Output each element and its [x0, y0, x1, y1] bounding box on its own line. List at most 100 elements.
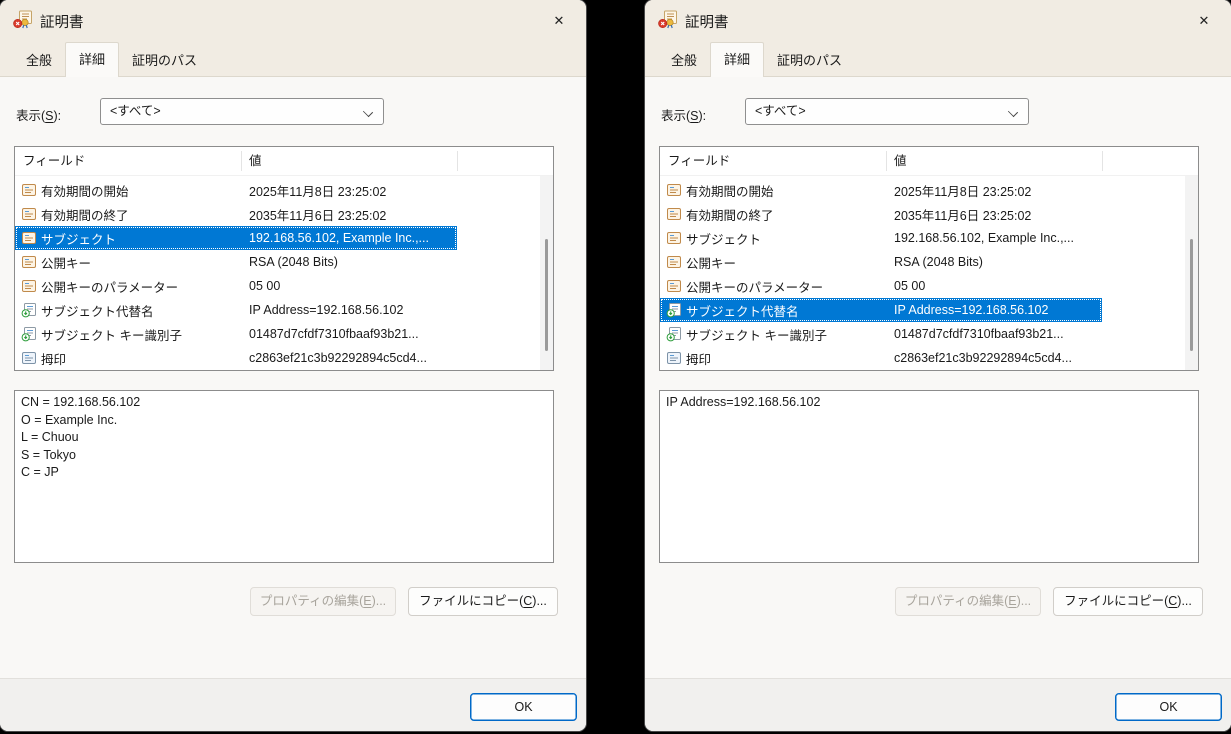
field-cell: 有効期間の開始: [686, 181, 894, 200]
field-icon: [21, 230, 37, 246]
show-dropdown[interactable]: <すべて>: [745, 98, 1029, 125]
field-detail-text[interactable]: CN = 192.168.56.102 O = Example Inc. L =…: [14, 390, 554, 563]
column-divider: [1102, 151, 1103, 171]
column-divider: [886, 151, 887, 171]
tab-certification-path[interactable]: 証明のパス: [119, 44, 210, 76]
table-row[interactable]: 有効期間の開始2025年11月8日 23:25:02: [660, 178, 1102, 202]
tab-general[interactable]: 全般: [13, 44, 65, 76]
certificate-error-icon: [13, 10, 33, 29]
value-cell: 01487d7cfdf7310fbaaf93b21...: [249, 327, 455, 341]
field-icon: [666, 278, 682, 294]
field-detail-text[interactable]: IP Address=192.168.56.102: [659, 390, 1199, 563]
field-icon: [666, 182, 682, 198]
ok-button[interactable]: OK: [1115, 693, 1222, 721]
column-divider: [241, 151, 242, 171]
field-value-list[interactable]: フィールド 値 有効期間の開始2025年11月8日 23:25:02有効期間の終…: [14, 146, 554, 371]
field-cell: 有効期間の終了: [686, 205, 894, 224]
table-row[interactable]: 公開キーのパラメーター05 00: [15, 274, 457, 298]
tab-strip: 全般 詳細 証明のパス: [0, 40, 586, 77]
titlebar[interactable]: 証明書 ✕: [645, 0, 1231, 40]
list-header: フィールド 値: [660, 147, 1198, 176]
field-cell: 拇印: [41, 349, 249, 368]
field-icon: [666, 230, 682, 246]
chevron-down-icon: [1008, 107, 1018, 117]
certificate-dialog-left: 証明書 ✕ 全般 詳細 証明のパス 表示(S): <すべて> フィールド 値 有…: [0, 0, 586, 731]
dialog-footer: OK: [0, 678, 586, 731]
column-header-value[interactable]: 値: [249, 147, 262, 175]
column-header-field[interactable]: フィールド: [668, 147, 730, 175]
value-cell: IP Address=192.168.56.102: [249, 303, 455, 317]
scrollbar-track[interactable]: [540, 176, 553, 370]
scrollbar-thumb[interactable]: [545, 239, 548, 351]
table-row[interactable]: 拇印c2863ef21c3b92292894c5cd4...: [660, 346, 1102, 370]
show-dropdown[interactable]: <すべて>: [100, 98, 384, 125]
list-header: フィールド 値: [15, 147, 553, 176]
table-row[interactable]: 公開キーRSA (2048 Bits): [15, 250, 457, 274]
extension-icon: [666, 302, 682, 318]
value-cell: 2025年11月8日 23:25:02: [249, 181, 455, 200]
window-title: 証明書: [685, 11, 729, 32]
value-cell: 01487d7cfdf7310fbaaf93b21...: [894, 327, 1100, 341]
chevron-down-icon: [363, 107, 373, 117]
field-rows: 有効期間の開始2025年11月8日 23:25:02有効期間の終了2035年11…: [660, 178, 1102, 370]
copy-to-file-button[interactable]: ファイルにコピー(C)...: [408, 587, 558, 616]
tab-details[interactable]: 詳細: [65, 42, 119, 77]
table-row[interactable]: サブジェクト キー識別子01487d7cfdf7310fbaaf93b21...: [660, 322, 1102, 346]
table-row[interactable]: 有効期間の終了2035年11月6日 23:25:02: [660, 202, 1102, 226]
table-row[interactable]: サブジェクト192.168.56.102, Example Inc.,...: [660, 226, 1102, 250]
table-row[interactable]: サブジェクト代替名IP Address=192.168.56.102: [660, 298, 1102, 322]
column-header-value[interactable]: 値: [894, 147, 907, 175]
table-row[interactable]: 公開キーのパラメーター05 00: [660, 274, 1102, 298]
value-cell: c2863ef21c3b92292894c5cd4...: [894, 351, 1100, 365]
value-cell: IP Address=192.168.56.102: [894, 303, 1100, 317]
copy-to-file-button[interactable]: ファイルにコピー(C)...: [1053, 587, 1203, 616]
close-icon[interactable]: ✕: [1187, 7, 1221, 34]
scrollbar-track[interactable]: [1185, 176, 1198, 370]
value-cell: RSA (2048 Bits): [894, 255, 1100, 269]
scrollbar-thumb[interactable]: [1190, 239, 1193, 351]
ok-button[interactable]: OK: [470, 693, 577, 721]
table-row[interactable]: 拇印c2863ef21c3b92292894c5cd4...: [15, 346, 457, 370]
table-row[interactable]: サブジェクト キー識別子01487d7cfdf7310fbaaf93b21...: [15, 322, 457, 346]
value-cell: 192.168.56.102, Example Inc.,...: [249, 231, 455, 245]
field-cell: 公開キーのパラメーター: [41, 277, 249, 296]
show-dropdown-value: <すべて>: [755, 104, 806, 118]
column-divider: [457, 151, 458, 171]
field-cell: 公開キー: [686, 253, 894, 272]
field-cell: サブジェクト: [41, 229, 249, 248]
field-icon: [21, 254, 37, 270]
close-icon[interactable]: ✕: [542, 7, 576, 34]
table-row[interactable]: 公開キーRSA (2048 Bits): [660, 250, 1102, 274]
table-row[interactable]: 有効期間の終了2035年11月6日 23:25:02: [15, 202, 457, 226]
value-cell: 192.168.56.102, Example Inc.,...: [894, 231, 1100, 245]
value-cell: 2025年11月8日 23:25:02: [894, 181, 1100, 200]
field-icon: [21, 206, 37, 222]
table-row[interactable]: サブジェクト代替名IP Address=192.168.56.102: [15, 298, 457, 322]
field-icon: [666, 254, 682, 270]
field-cell: 公開キーのパラメーター: [686, 277, 894, 296]
value-cell: 05 00: [894, 279, 1100, 293]
certificate-error-icon: [658, 10, 678, 29]
extension-icon: [21, 326, 37, 342]
tab-general[interactable]: 全般: [658, 44, 710, 76]
table-row[interactable]: 有効期間の開始2025年11月8日 23:25:02: [15, 178, 457, 202]
value-cell: c2863ef21c3b92292894c5cd4...: [249, 351, 455, 365]
field-value-list[interactable]: フィールド 値 有効期間の開始2025年11月8日 23:25:02有効期間の終…: [659, 146, 1199, 371]
table-row[interactable]: サブジェクト192.168.56.102, Example Inc.,...: [15, 226, 457, 250]
dialog-footer: OK: [645, 678, 1231, 731]
titlebar[interactable]: 証明書 ✕: [0, 0, 586, 40]
thumbprint-icon: [666, 350, 682, 366]
tab-certification-path[interactable]: 証明のパス: [764, 44, 855, 76]
edit-properties-button: プロパティの編集(E)...: [895, 587, 1041, 616]
column-header-field[interactable]: フィールド: [23, 147, 85, 175]
field-cell: サブジェクト代替名: [41, 301, 249, 320]
tab-details[interactable]: 詳細: [710, 42, 764, 77]
extension-icon: [21, 302, 37, 318]
field-icon: [21, 182, 37, 198]
value-cell: 2035年11月6日 23:25:02: [894, 205, 1100, 224]
field-cell: サブジェクト キー識別子: [41, 325, 249, 344]
edit-properties-button: プロパティの編集(E)...: [250, 587, 396, 616]
show-dropdown-value: <すべて>: [110, 104, 161, 118]
field-rows: 有効期間の開始2025年11月8日 23:25:02有効期間の終了2035年11…: [15, 178, 457, 370]
certificate-dialog-right: 証明書 ✕ 全般 詳細 証明のパス 表示(S): <すべて> フィールド 値 有…: [645, 0, 1231, 731]
